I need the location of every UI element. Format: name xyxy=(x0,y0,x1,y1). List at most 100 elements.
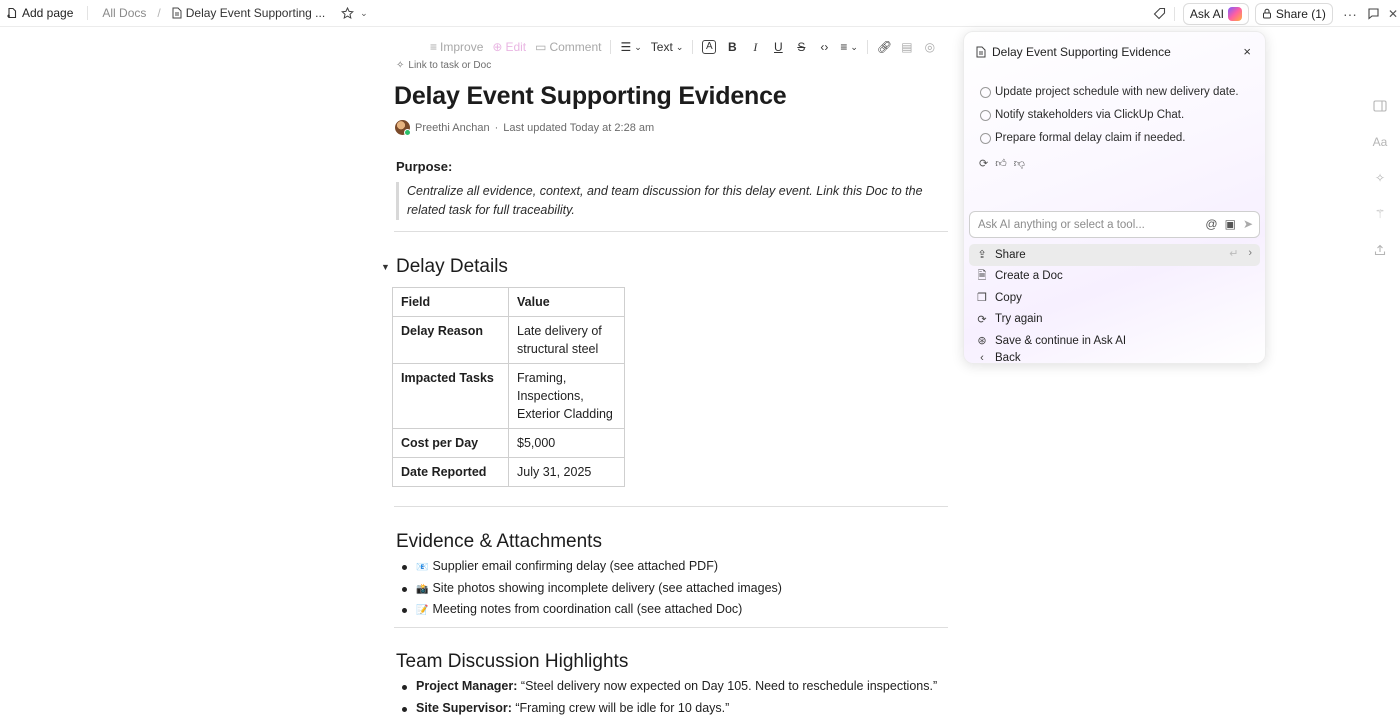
page-icon[interactable]: ▤ xyxy=(900,40,914,54)
breadcrumb-all-docs[interactable]: All Docs xyxy=(102,6,146,20)
more-icon[interactable]: ··· xyxy=(1343,6,1357,22)
list-icon: ☰ xyxy=(620,40,632,54)
strikethrough-button[interactable]: S xyxy=(794,40,808,54)
ai-sparkle-icon[interactable]: ✧ xyxy=(1372,170,1388,186)
star-icon[interactable] xyxy=(341,6,355,20)
add-page-label: Add page xyxy=(22,6,74,20)
breadcrumb-current-doc[interactable]: Delay Event Supporting ... xyxy=(172,6,325,20)
chevron-right-icon: › xyxy=(1248,247,1252,259)
text-color-button[interactable]: A xyxy=(702,40,717,54)
menu-item-copy[interactable]: ❐ Copy xyxy=(969,287,1260,309)
align-icon: ≡ xyxy=(840,40,848,54)
list-item-text: Supplier email confirming delay (see att… xyxy=(432,559,718,573)
speaker-quote: “Framing crew will be idle for 10 days.” xyxy=(515,700,730,715)
ai-save-icon: ⊛ xyxy=(977,335,987,348)
sidebar-panel-icon[interactable] xyxy=(1372,98,1388,114)
suggestion-item[interactable]: Prepare formal delay claim if needed. xyxy=(980,132,1186,144)
ai-brain-icon xyxy=(1227,6,1242,21)
thumbs-up-icon[interactable]: 👍︎ xyxy=(995,157,1007,170)
speaker-label: Project Manager: xyxy=(416,679,518,693)
send-icon[interactable]: ➤ xyxy=(1243,217,1253,231)
avatar[interactable] xyxy=(395,120,411,136)
purpose-label: Purpose: xyxy=(396,159,453,174)
doc-plus-icon: 🗎︎ xyxy=(977,269,987,282)
edit-label: Edit xyxy=(505,40,527,54)
menu-item-create-doc[interactable]: 🗎︎ Create a Doc xyxy=(969,266,1260,288)
ask-ai-label: Ask AI xyxy=(1189,6,1224,21)
edit-button[interactable]: ⊕ Edit xyxy=(492,40,526,54)
link-icon[interactable]: 🔗︎ xyxy=(877,40,892,54)
page-title[interactable]: Delay Event Supporting Evidence xyxy=(394,82,787,111)
ask-ai-input[interactable]: Ask AI anything or select a tool... @ ▣ … xyxy=(969,211,1260,238)
refresh-icon: ⟳ xyxy=(977,313,987,326)
text-style-label: Text xyxy=(650,40,673,54)
chevron-down-icon[interactable]: ⌄ xyxy=(360,8,368,19)
suggestion-text: Prepare formal delay claim if needed. xyxy=(995,132,1186,144)
copy-icon: ❐ xyxy=(977,292,987,305)
menu-item-share[interactable]: ⇪ Share ↵ › xyxy=(969,244,1260,266)
magic-wand-icon[interactable]: ⚚ xyxy=(1372,206,1388,222)
italic-button[interactable]: I xyxy=(748,40,762,55)
suggestion-item[interactable]: Update project schedule with new deliver… xyxy=(980,86,1239,98)
bold-button[interactable]: B xyxy=(725,40,739,54)
list-item: 📧 Supplier email confirming delay (see at… xyxy=(402,556,782,578)
divider xyxy=(394,506,948,507)
improve-button[interactable]: ≡ Improve xyxy=(430,40,483,54)
doc-icon xyxy=(172,7,182,19)
menu-item-back[interactable]: ‹ Back xyxy=(969,352,1260,364)
list-dropdown[interactable]: ☰ ⌄ xyxy=(620,40,641,54)
list-item: 📸 Site photos showing incomplete delivery… xyxy=(402,578,782,600)
table-row: Impacted Tasks Framing, Inspections, Ext… xyxy=(392,363,625,429)
collapse-caret-icon[interactable]: ▼ xyxy=(381,262,390,272)
comment-icon: ▭ xyxy=(535,40,547,54)
list-item-text: Site photos showing incomplete delivery … xyxy=(432,580,782,595)
menu-item-save-continue[interactable]: ⊛ Save & continue in Ask AI xyxy=(969,330,1260,352)
share-button[interactable]: Share (1) xyxy=(1254,2,1333,25)
typography-icon[interactable]: Aa xyxy=(1372,134,1388,150)
divider xyxy=(87,6,89,20)
thumbs-down-icon[interactable]: 👎︎ xyxy=(1014,157,1025,170)
ai-action-menu: ⇪ Share ↵ › 🗎︎ Create a Doc ❐ Copy ⟳ Try … xyxy=(969,244,1260,364)
table-cell-field: Impacted Tasks xyxy=(392,363,509,429)
text-style-dropdown[interactable]: Text ⌄ xyxy=(651,40,684,54)
doc-meta: Preethi Anchan · Last updated Today at 2… xyxy=(395,120,654,136)
divider xyxy=(1173,6,1175,21)
table-cell-value: $5,000 xyxy=(508,428,625,458)
attach-doc-icon[interactable]: ▣ xyxy=(1225,217,1236,231)
author-name[interactable]: Preethi Anchan xyxy=(415,122,490,134)
regenerate-icon[interactable]: ⟳ xyxy=(979,157,988,170)
close-icon[interactable]: × xyxy=(1243,44,1251,59)
table-header-cell: Value xyxy=(508,287,625,317)
chevron-down-icon: ⌄ xyxy=(675,41,684,52)
enter-icon: ↵ xyxy=(1229,248,1239,260)
close-icon[interactable]: ✕ xyxy=(1388,7,1398,21)
chevron-down-icon: ⌄ xyxy=(850,41,858,52)
table-row: Delay Reason Late delivery of structural… xyxy=(392,316,625,364)
align-dropdown[interactable]: ≡ ⌄ xyxy=(840,40,858,54)
add-page-button[interactable]: Add page xyxy=(6,6,73,20)
list-item: Project Manager: “Steel delivery now exp… xyxy=(401,676,937,698)
table-cell-field: Delay Reason xyxy=(392,316,509,364)
table-header-cell: Field xyxy=(392,287,509,317)
underline-button[interactable]: U xyxy=(771,40,785,54)
ai-panel-header: Delay Event Supporting Evidence xyxy=(976,45,1171,59)
suggestion-item[interactable]: Notify stakeholders via ClickUp Chat. xyxy=(980,109,1184,121)
mention-icon[interactable]: @ xyxy=(1205,217,1217,231)
tag-icon[interactable] xyxy=(1153,7,1166,20)
table-cell-value: Framing, Inspections, Exterior Cladding xyxy=(508,363,625,429)
cell-line: $5,000 xyxy=(517,436,556,450)
discussion-heading: Team Discussion Highlights xyxy=(396,651,629,672)
code-icon[interactable]: ‹› xyxy=(817,40,831,54)
discussion-list: Project Manager: “Steel delivery now exp… xyxy=(401,676,937,719)
list-item-text: Meeting notes from coordination call (se… xyxy=(432,602,743,616)
improve-icon: ≡ xyxy=(430,40,438,54)
comment-button[interactable]: ▭ Comment xyxy=(535,40,601,54)
doc-icon xyxy=(976,46,986,58)
menu-item-try-again[interactable]: ⟳ Try again xyxy=(969,309,1260,331)
link-to-task-button[interactable]: ✧ Link to task or Doc xyxy=(396,60,491,71)
evidence-heading: Evidence & Attachments xyxy=(396,531,602,552)
comment-icon[interactable] xyxy=(1367,7,1380,20)
ask-ai-button[interactable]: Ask AI xyxy=(1182,2,1249,25)
upload-icon[interactable] xyxy=(1372,242,1388,258)
check-icon[interactable]: ◎ xyxy=(923,40,937,54)
